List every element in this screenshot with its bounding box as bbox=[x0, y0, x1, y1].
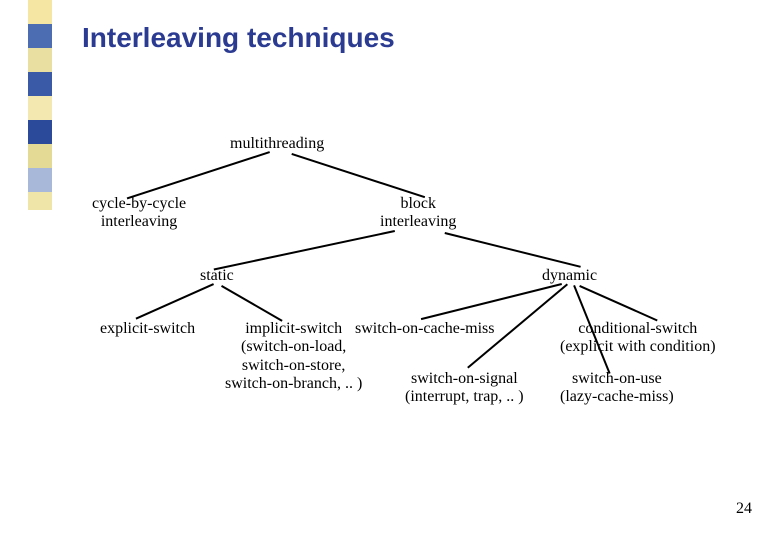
node-switch-on-use: switch-on-use (lazy-cache-miss) bbox=[560, 370, 674, 407]
sidebar-square bbox=[28, 72, 52, 96]
sidebar-square bbox=[28, 48, 52, 72]
node-conditional-switch: conditional-switch (explicit with condit… bbox=[560, 320, 716, 357]
node-dynamic: dynamic bbox=[542, 267, 597, 285]
node-switch-on-signal: switch-on-signal (interrupt, trap, .. ) bbox=[405, 370, 524, 407]
node-blk-line2: interleaving bbox=[380, 213, 456, 231]
sidebar-square bbox=[28, 120, 52, 144]
slide-title: Interleaving techniques bbox=[82, 22, 395, 54]
sidebar-square bbox=[28, 144, 52, 168]
edge bbox=[214, 231, 395, 271]
node-cond-l1: conditional-switch bbox=[560, 320, 716, 338]
node-block-interleaving: block interleaving bbox=[380, 195, 456, 232]
sidebar-square bbox=[28, 96, 52, 120]
node-use-l2: (lazy-cache-miss) bbox=[560, 388, 674, 406]
node-signal-l1: switch-on-signal bbox=[405, 370, 524, 388]
node-blk-line1: block bbox=[380, 195, 456, 213]
edge bbox=[445, 232, 581, 267]
node-explicit-switch: explicit-switch bbox=[100, 320, 195, 338]
node-implicit-l1: implicit-switch bbox=[225, 320, 362, 338]
node-signal-l2: (interrupt, trap, .. ) bbox=[405, 388, 524, 406]
edge bbox=[221, 285, 282, 321]
node-cbc-line1: cycle-by-cycle bbox=[92, 195, 186, 213]
edge bbox=[127, 152, 270, 200]
sidebar-square bbox=[28, 192, 52, 210]
sidebar-square bbox=[28, 24, 52, 48]
node-implicit-l2: (switch-on-load, bbox=[225, 338, 362, 356]
node-implicit-l4: switch-on-branch, .. ) bbox=[225, 375, 362, 393]
node-switch-on-cache-miss: switch-on-cache-miss bbox=[355, 320, 495, 338]
node-multithreading: multithreading bbox=[230, 135, 324, 153]
node-use-l1: switch-on-use bbox=[560, 370, 674, 388]
node-cycle-by-cycle: cycle-by-cycle interleaving bbox=[92, 195, 186, 232]
decorative-sidebar bbox=[28, 0, 52, 210]
edge bbox=[136, 284, 214, 320]
sidebar-square bbox=[28, 0, 52, 24]
edge bbox=[579, 285, 657, 321]
node-cbc-line2: interleaving bbox=[92, 213, 186, 231]
node-cond-l2: (explicit with condition) bbox=[560, 338, 716, 356]
page-number: 24 bbox=[736, 500, 752, 518]
edge bbox=[421, 284, 562, 321]
node-implicit-l3: switch-on-store, bbox=[225, 357, 362, 375]
edge bbox=[292, 153, 426, 198]
node-implicit-switch: implicit-switch (switch-on-load, switch-… bbox=[225, 320, 362, 394]
sidebar-square bbox=[28, 168, 52, 192]
